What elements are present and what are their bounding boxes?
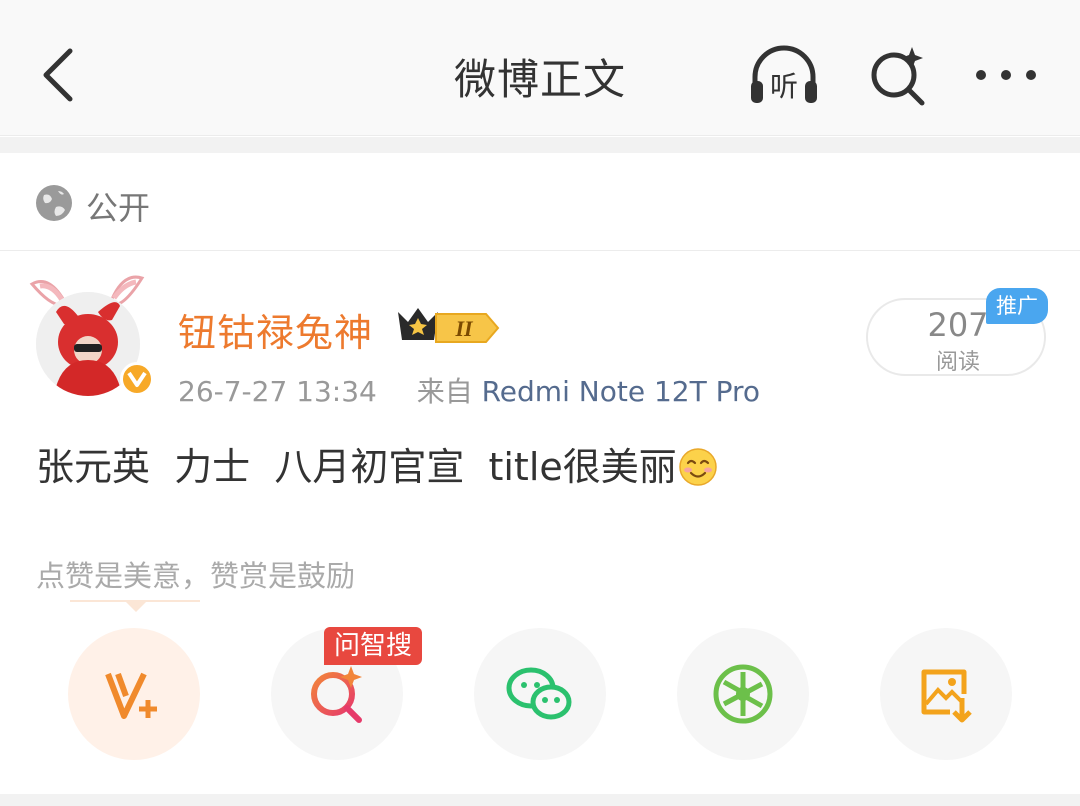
- share-wechat-button[interactable]: [474, 628, 606, 760]
- section-divider: [0, 137, 1080, 153]
- moments-icon: [713, 664, 773, 724]
- username[interactable]: 钮钴禄兔神: [178, 302, 373, 357]
- source-prefix: 来自: [416, 375, 473, 408]
- reward-hint: 点赞是美意，赞赏是鼓励: [36, 559, 356, 593]
- globe-icon: [36, 185, 72, 221]
- level-text: II: [454, 316, 474, 341]
- share-moments-button[interactable]: [677, 628, 809, 760]
- post-source-device[interactable]: Redmi Note 12T Pro: [482, 375, 760, 408]
- reward-v-plus-icon: [105, 672, 157, 719]
- read-label: 阅读: [935, 350, 980, 375]
- avatar[interactable]: [22, 270, 154, 405]
- top-navigation-bar: 微博正文 听: [0, 0, 1080, 136]
- headphones-icon: 听: [751, 45, 817, 103]
- page-title: 微博正文: [453, 55, 626, 104]
- post-text-container: 张元英 力士 八月初官宣 title很美丽: [36, 436, 717, 491]
- listen-button[interactable]: 听: [744, 40, 824, 110]
- ai-search-tag: 问智搜: [324, 627, 422, 665]
- ai-search-header-button[interactable]: [858, 40, 938, 110]
- post-time: 26-7-27 13:34: [178, 375, 377, 408]
- listen-label: 听: [770, 70, 798, 103]
- verified-badge-icon: [120, 362, 154, 396]
- back-button[interactable]: [30, 42, 86, 108]
- save-image-icon: [921, 669, 972, 723]
- post-text: 张元英 力士 八月初官宣 title很美丽: [36, 445, 677, 489]
- visibility-label: 公开: [86, 189, 151, 227]
- bottom-divider: [0, 794, 1080, 806]
- more-dots-icon: [976, 70, 1036, 80]
- sparkle-search-icon: [871, 47, 925, 106]
- promoted-badge: 推广: [986, 288, 1048, 324]
- visibility-row: 公开: [0, 153, 1080, 251]
- post-meta: 26-7-27 13:34 来自 Redmi Note 12T Pro: [178, 370, 760, 410]
- more-button[interactable]: [966, 40, 1046, 110]
- wechat-icon: [506, 667, 572, 720]
- ai-search-icon: [311, 666, 362, 723]
- back-arrow-icon: [43, 48, 73, 102]
- smiling-face-icon: [679, 448, 717, 486]
- reward-button[interactable]: [68, 628, 200, 760]
- member-level-badge-icon: II: [398, 308, 500, 343]
- hint-caret: [124, 600, 148, 612]
- save-image-button[interactable]: [880, 628, 1012, 760]
